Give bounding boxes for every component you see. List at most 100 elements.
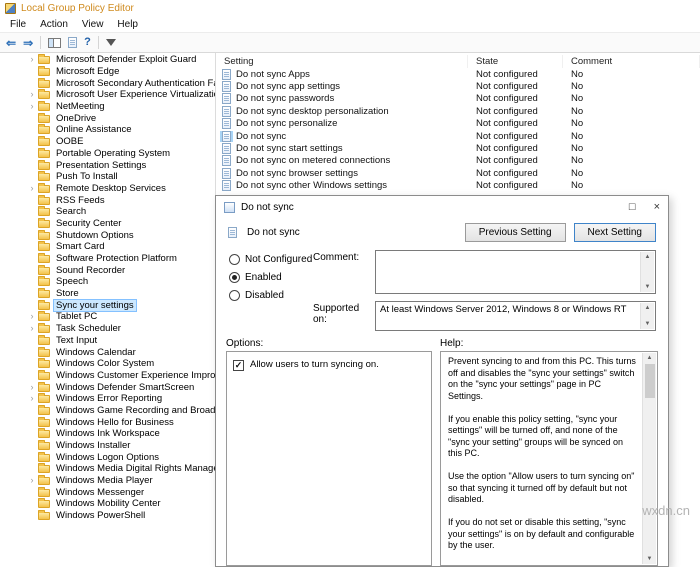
comment-input[interactable]: ▲ ▼ xyxy=(375,250,656,294)
allow-sync-checkbox[interactable]: Allow users to turn syncing on. xyxy=(233,359,425,371)
expand-chevron-icon[interactable]: › xyxy=(27,476,37,485)
setting-row[interactable]: Do not sync on metered connections Not co… xyxy=(216,155,700,167)
tree-item[interactable]: Windows Hello for Business xyxy=(0,416,215,428)
expand-chevron-icon[interactable]: › xyxy=(27,312,37,321)
setting-row[interactable]: Do not sync Apps Not configured No xyxy=(216,68,700,80)
setting-row[interactable]: Do not sync Not configured No xyxy=(216,130,700,142)
tree-item[interactable]: Portable Operating System xyxy=(0,147,215,160)
column-header-comment[interactable]: Comment xyxy=(563,55,700,68)
tree-item-label: Presentation Settings xyxy=(56,159,147,171)
column-header-setting[interactable]: Setting xyxy=(216,55,468,68)
tree-item[interactable]: Store xyxy=(0,288,215,300)
tree-item[interactable]: OOBE xyxy=(0,136,215,148)
supported-on-field[interactable]: At least Windows Server 2012, Windows 8 … xyxy=(375,301,656,331)
tree-item[interactable]: › Windows Media Player xyxy=(0,475,215,487)
setting-row[interactable]: Do not sync start settings Not configured… xyxy=(216,142,700,155)
policy-setting-icon xyxy=(222,180,231,192)
setting-state: Not configured xyxy=(476,105,538,117)
tree-item[interactable]: Shutdown Options xyxy=(0,229,215,241)
tree-item[interactable]: Security Center xyxy=(0,217,215,230)
dialog-icon xyxy=(224,201,235,213)
tree-item[interactable]: Windows Messenger xyxy=(0,486,215,498)
expand-chevron-icon[interactable]: › xyxy=(27,183,37,193)
tree-item[interactable]: Push To Install xyxy=(0,171,215,183)
filter-icon[interactable] xyxy=(105,39,116,46)
tree-item[interactable]: Windows Calendar xyxy=(0,346,215,358)
menu-view[interactable]: View xyxy=(75,19,111,30)
tree-item[interactable]: Online Assistance xyxy=(0,124,215,136)
setting-name: Do not sync app settings xyxy=(236,81,341,93)
folder-icon xyxy=(38,101,50,112)
export-list-icon[interactable] xyxy=(68,37,78,48)
tree-item[interactable]: Presentation Settings xyxy=(0,159,215,171)
setting-row[interactable]: Do not sync passwords Not configured No xyxy=(216,93,700,105)
setting-row[interactable]: Do not sync browser settings Not configur… xyxy=(216,167,700,179)
tree-item[interactable]: Sound Recorder xyxy=(0,264,215,276)
tree-item[interactable]: Windows Installer xyxy=(0,440,215,452)
tree-item[interactable]: RSS Feeds xyxy=(0,194,215,206)
supported-scrollbar[interactable]: ▲ ▼ xyxy=(640,303,654,329)
setting-row[interactable]: Do not sync desktop personalization Not c… xyxy=(216,105,700,117)
tree-item[interactable]: › Tablet PC xyxy=(0,311,215,323)
expand-chevron-icon[interactable]: › xyxy=(27,394,37,403)
tree-item[interactable]: Windows Color System xyxy=(0,358,215,370)
close-icon[interactable]: × xyxy=(654,201,660,213)
tree-item[interactable]: › Remote Desktop Services xyxy=(0,182,215,195)
tree-item[interactable]: › Microsoft User Experience Virtualizatio xyxy=(0,89,215,101)
tree-item[interactable]: › Task Scheduler xyxy=(0,323,215,335)
help-icon[interactable]: ? xyxy=(84,37,91,48)
app-icon xyxy=(5,3,16,14)
tree-item[interactable]: Software Protection Platform xyxy=(0,253,215,265)
radio-not-configured[interactable]: Not Configured xyxy=(229,254,313,265)
tree-item[interactable]: Windows Ink Workspace xyxy=(0,428,215,440)
expand-chevron-icon[interactable]: › xyxy=(27,102,37,111)
menu-file[interactable]: File xyxy=(3,19,33,30)
expand-chevron-icon[interactable]: › xyxy=(27,382,37,392)
previous-setting-button[interactable]: Previous Setting xyxy=(464,223,566,242)
tree-item[interactable]: › Microsoft Defender Exploit Guard xyxy=(0,54,215,66)
tree-item[interactable]: Microsoft Secondary Authentication Fa xyxy=(0,77,215,89)
tree-item[interactable]: › Windows Defender SmartScreen xyxy=(0,381,215,393)
tree-item-label: Task Scheduler xyxy=(56,323,121,335)
tree-item[interactable]: Search xyxy=(0,206,215,218)
menu-action[interactable]: Action xyxy=(33,19,75,30)
maximize-icon[interactable]: □ xyxy=(629,201,636,213)
radio-enabled[interactable]: Enabled xyxy=(229,272,313,283)
tree-item[interactable]: Windows Media Digital Rights Manager xyxy=(0,463,215,475)
tree-item[interactable]: › NetMeeting xyxy=(0,101,215,113)
tree-item[interactable]: Sync your settings xyxy=(0,298,215,312)
tree-item[interactable]: Smart Card xyxy=(0,241,215,253)
folder-icon xyxy=(38,288,50,299)
tree-item[interactable]: Windows Logon Options xyxy=(0,451,215,463)
help-scrollbar[interactable]: ▲ ▼ xyxy=(642,353,656,564)
tree-item[interactable]: Windows Game Recording and Broadca xyxy=(0,404,215,417)
tree-item[interactable]: Windows Mobility Center xyxy=(0,498,215,510)
radio-disabled[interactable]: Disabled xyxy=(229,290,313,301)
tree-item[interactable]: Speech xyxy=(0,276,215,288)
policy-setting-icon xyxy=(222,68,231,80)
setting-row[interactable]: Do not sync other Windows settings Not co… xyxy=(216,180,700,192)
back-icon[interactable]: ⇐ xyxy=(6,37,16,49)
setting-name: Do not sync Apps xyxy=(236,68,310,80)
comment-scrollbar[interactable]: ▲ ▼ xyxy=(640,252,654,292)
tree-item[interactable]: Microsoft Edge xyxy=(0,66,215,78)
tree-item[interactable]: Text Input xyxy=(0,334,215,347)
expand-chevron-icon[interactable]: › xyxy=(27,324,37,333)
menu-help[interactable]: Help xyxy=(110,19,145,30)
console-tree: › Microsoft Defender Exploit Guard Microso… xyxy=(0,53,216,523)
forward-icon[interactable]: ⇒ xyxy=(23,37,33,49)
show-console-tree-icon[interactable] xyxy=(48,37,62,48)
expand-chevron-icon[interactable]: › xyxy=(27,90,37,99)
folder-icon xyxy=(38,334,50,345)
setting-row[interactable]: Do not sync app settings Not configured No xyxy=(216,80,700,93)
tree-item[interactable]: OneDrive xyxy=(0,112,215,124)
setting-comment: No xyxy=(571,167,584,179)
tree-item[interactable]: Windows Customer Experience Improv xyxy=(0,369,215,382)
column-header-state[interactable]: State xyxy=(468,55,563,68)
setting-row[interactable]: Do not sync personalize Not configured No xyxy=(216,118,700,130)
tree-item-label: Speech xyxy=(56,276,89,288)
expand-chevron-icon[interactable]: › xyxy=(27,55,37,64)
tree-item[interactable]: › Windows Error Reporting xyxy=(0,393,215,405)
tree-item[interactable]: Windows PowerShell xyxy=(0,510,215,522)
next-setting-button[interactable]: Next Setting xyxy=(573,223,656,242)
